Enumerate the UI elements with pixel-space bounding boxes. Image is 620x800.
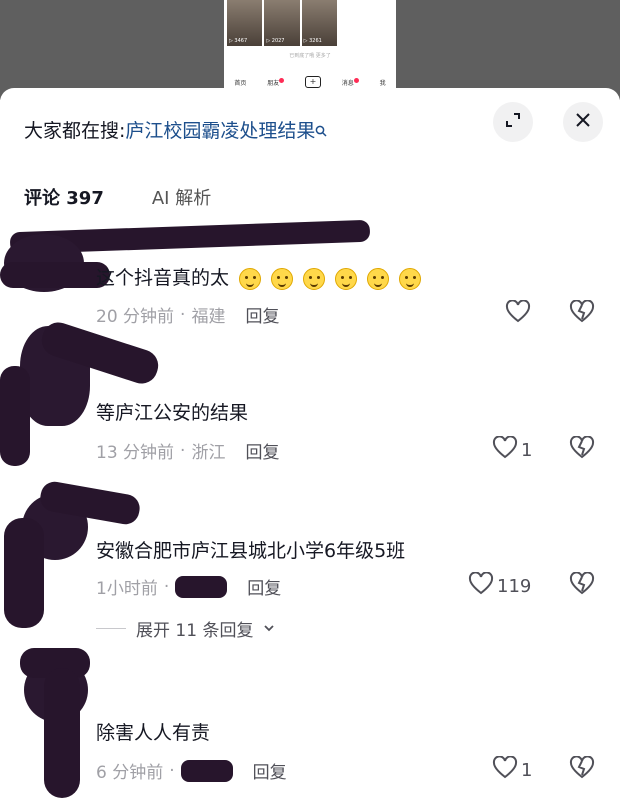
like-count: 1 bbox=[521, 760, 533, 781]
comment-text: 等庐江公安的结果 bbox=[96, 402, 249, 424]
redaction-scribble bbox=[44, 668, 80, 798]
heart-icon bbox=[468, 571, 494, 601]
dislike-button[interactable] bbox=[569, 755, 595, 784]
badge-dot bbox=[353, 77, 359, 83]
like-button[interactable]: 1 bbox=[492, 435, 533, 465]
close-button[interactable] bbox=[563, 102, 603, 142]
heart-icon bbox=[492, 435, 518, 465]
dislike-button[interactable] bbox=[569, 435, 595, 464]
thumbnail-row: ▷ 3467 ▷ 2027 ▷ 3261 bbox=[227, 0, 337, 46]
smile-emoji bbox=[303, 267, 326, 290]
dislike-button[interactable] bbox=[569, 299, 595, 328]
expand-replies-button[interactable]: 展开 11 条回复 bbox=[96, 616, 275, 641]
tab-ai-analysis[interactable]: AI 解析 bbox=[152, 184, 211, 210]
divider bbox=[96, 628, 126, 629]
close-icon bbox=[573, 110, 593, 134]
reply-button[interactable]: 回复 bbox=[247, 574, 281, 599]
broken-heart-icon bbox=[569, 435, 595, 464]
search-term-link[interactable]: 庐江校园霸凌处理结果 bbox=[125, 120, 315, 142]
comment-time: 20 分钟前 bbox=[96, 307, 175, 327]
expand-replies-label: 展开 11 条回复 bbox=[136, 621, 254, 641]
comment-text: 安徽合肥市庐江县城北小学6年级5班 bbox=[96, 540, 406, 562]
comment-meta: 1小时前 · 回复 bbox=[96, 574, 281, 599]
nav-messages[interactable]: 消息 bbox=[342, 77, 359, 87]
redaction-scribble bbox=[0, 262, 110, 288]
search-icon bbox=[315, 125, 327, 141]
trending-search-row[interactable]: 大家都在搜:庐江校园霸凌处理结果 bbox=[24, 116, 327, 143]
dislike-button[interactable] bbox=[569, 571, 595, 600]
smile-emoji bbox=[399, 267, 422, 290]
thumbnail[interactable]: ▷ 3467 bbox=[227, 0, 263, 46]
feed-end-caption: 已到底了哦 更多了 bbox=[289, 53, 331, 59]
smile-emoji bbox=[271, 267, 294, 290]
heart-icon bbox=[505, 299, 531, 329]
nav-home[interactable]: 首页 bbox=[234, 78, 246, 87]
smile-emoji bbox=[239, 267, 262, 290]
reply-button[interactable]: 回复 bbox=[253, 758, 287, 783]
tab-comments[interactable]: 评论 397 bbox=[24, 184, 104, 210]
comment-time: 6 分钟前 bbox=[96, 763, 164, 783]
like-button[interactable] bbox=[505, 299, 531, 329]
comment-location: 福建 bbox=[191, 307, 226, 327]
video-preview-strip: ▷ 3467 ▷ 2027 ▷ 3261 已到底了哦 更多了 首页 朋友 + 消… bbox=[224, 0, 396, 100]
thumbnail[interactable]: ▷ 3261 bbox=[301, 0, 337, 46]
thumbnail[interactable]: ▷ 2027 bbox=[264, 0, 300, 46]
reply-button[interactable]: 回复 bbox=[245, 302, 279, 327]
badge-dot bbox=[279, 77, 285, 83]
comment-meta: 6 分钟前 · 回复 bbox=[96, 758, 287, 783]
like-button[interactable]: 119 bbox=[468, 571, 532, 601]
redaction-scribble bbox=[0, 366, 30, 466]
nav-friends[interactable]: 朋友 bbox=[267, 77, 285, 87]
like-count: 1 bbox=[521, 440, 533, 461]
comment-meta: 20 分钟前 · 福建 回复 bbox=[96, 302, 279, 328]
search-prefix: 大家都在搜: bbox=[24, 120, 126, 142]
nav-create-button[interactable]: + bbox=[304, 76, 321, 88]
comment-sheet: 大家都在搜:庐江校园霸凌处理结果 评论 397 AI 解析 这个抖音真的太 20… bbox=[0, 88, 620, 800]
comment-text: 除害人人有责 bbox=[96, 722, 211, 744]
comment-meta: 13 分钟前 · 浙江 回复 bbox=[96, 438, 279, 464]
like-button[interactable]: 1 bbox=[492, 755, 533, 785]
comment-time: 1小时前 bbox=[96, 579, 158, 599]
redaction-scribble bbox=[175, 575, 228, 598]
broken-heart-icon bbox=[569, 571, 595, 600]
expand-sheet-button[interactable] bbox=[493, 102, 533, 142]
like-count: 119 bbox=[497, 576, 532, 597]
redaction-scribble bbox=[180, 759, 233, 782]
expand-icon bbox=[503, 110, 523, 134]
comment-tabs: 评论 397 AI 解析 bbox=[24, 184, 211, 210]
smile-emoji bbox=[367, 267, 390, 290]
comment-location: 浙江 bbox=[191, 443, 226, 463]
comment-time: 13 分钟前 bbox=[96, 443, 175, 463]
broken-heart-icon bbox=[569, 755, 595, 784]
comment-text: 这个抖音真的太 bbox=[96, 263, 422, 290]
broken-heart-icon bbox=[569, 299, 595, 328]
bottom-nav: 首页 朋友 + 消息 我 bbox=[224, 76, 396, 88]
nav-me[interactable]: 我 bbox=[380, 78, 386, 87]
smile-emoji bbox=[335, 267, 358, 290]
chevron-down-icon bbox=[263, 619, 275, 639]
heart-icon bbox=[492, 755, 518, 785]
redaction-scribble bbox=[4, 518, 44, 628]
reply-button[interactable]: 回复 bbox=[245, 438, 279, 463]
